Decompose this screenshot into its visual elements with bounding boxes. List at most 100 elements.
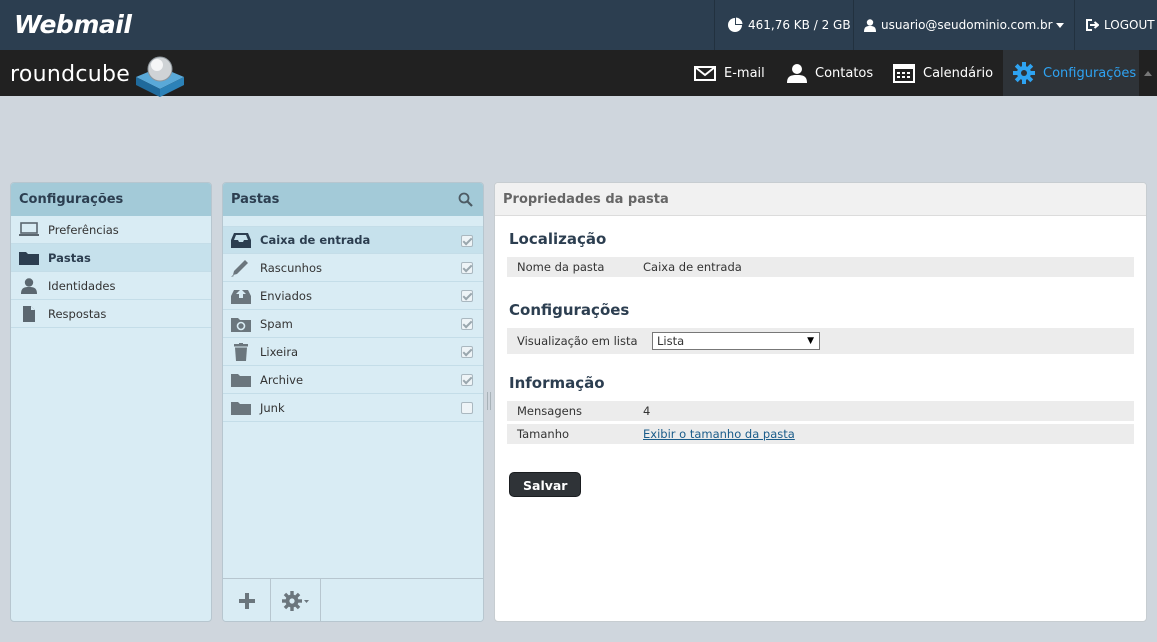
folder-item-junk[interactable]: Junk (223, 394, 483, 422)
location-section-title: Localização (509, 230, 607, 248)
folder-name-label: Nome da pasta (517, 260, 605, 274)
folders-panel-title: Pastas (231, 192, 280, 207)
folder-label: Archive (260, 372, 304, 387)
subscribe-checkbox[interactable] (461, 402, 473, 414)
messages-value: 4 (643, 404, 651, 418)
info-section-title: Informação (509, 374, 605, 392)
subscribe-checkbox[interactable] (461, 318, 473, 330)
add-folder-button[interactable] (223, 579, 271, 621)
nav-contacts-label: Contatos (815, 65, 874, 81)
nav-calendar[interactable]: Calendário (893, 50, 993, 96)
properties-panel-title: Propriedades da pasta (495, 183, 1146, 216)
folder-label: Junk (260, 400, 285, 415)
logout-button[interactable]: LOGOUT (1074, 0, 1157, 50)
folders-footer (223, 578, 483, 621)
folders-panel: Pastas Caixa de entrada Rascunhos Enviad… (222, 182, 484, 622)
pie-chart-icon (728, 17, 743, 32)
nav-contacts[interactable]: Contatos (787, 50, 873, 96)
person-icon (21, 277, 37, 294)
folder-label: Lixeira (260, 344, 299, 359)
sent-icon (231, 288, 251, 304)
settings-section-title: Configurações (509, 301, 630, 319)
nav-email-label: E-mail (724, 65, 765, 81)
settings-item-label: Respostas (48, 306, 107, 321)
quota-text: 461,76 KB / 2 GB (748, 18, 851, 32)
settings-panel-title: Configurações (11, 183, 211, 216)
show-folder-size-link[interactable]: Exibir o tamanho da pasta (643, 427, 795, 441)
top-bar: Webmail 461,76 KB / 2 GB usuario@seudomi… (0, 0, 1157, 50)
spam-icon (231, 317, 251, 332)
envelope-icon (694, 65, 716, 81)
nav-email[interactable]: E-mail (694, 50, 765, 96)
subscribe-checkbox[interactable] (461, 262, 473, 274)
roundcube-logo[interactable]: roundcube (10, 55, 190, 97)
search-icon[interactable] (458, 192, 473, 207)
inbox-icon (231, 233, 251, 248)
user-email: usuario@seudominio.com.br (881, 18, 1053, 32)
subscribe-checkbox[interactable] (461, 235, 473, 247)
nav-settings[interactable]: Configurações (1003, 50, 1139, 96)
messages-label: Mensagens (517, 404, 582, 418)
list-view-row: Visualização em lista Lista (507, 328, 1134, 354)
list-view-select[interactable]: Lista (652, 332, 820, 350)
logo-text: roundcube (10, 62, 131, 87)
folder-name-row: Nome da pasta Caixa de entrada (507, 257, 1134, 277)
logout-icon (1086, 19, 1099, 31)
subscribe-checkbox[interactable] (461, 290, 473, 302)
folder-label: Rascunhos (260, 260, 322, 275)
folder-item-spam[interactable]: Spam (223, 310, 483, 338)
collapse-header-button[interactable] (1139, 50, 1157, 96)
folder-name-value: Caixa de entrada (643, 260, 742, 274)
folder-item-archive[interactable]: Archive (223, 366, 483, 394)
folders-panel-header: Pastas (223, 183, 483, 216)
person-icon (787, 64, 807, 83)
user-icon (864, 18, 876, 32)
folder-list: Caixa de entrada Rascunhos Enviados Spam… (223, 226, 483, 422)
folder-item-sent[interactable]: Enviados (223, 282, 483, 310)
quota-indicator: 461,76 KB / 2 GB (714, 0, 853, 50)
folder-properties-panel: Propriedades da pasta Localização Nome d… (494, 182, 1147, 622)
settings-item-label: Identidades (48, 278, 116, 293)
subscribe-checkbox[interactable] (461, 346, 473, 358)
messages-row: Mensagens 4 (507, 401, 1134, 421)
calendar-icon (893, 64, 915, 83)
save-button[interactable]: Salvar (509, 472, 582, 497)
gear-icon (281, 590, 309, 611)
settings-item-preferences[interactable]: Preferências (11, 216, 211, 244)
main-nav-bar: roundcube E-mail Contatos Calendário Con… (0, 50, 1157, 97)
size-row: Tamanho Exibir o tamanho da pasta (507, 424, 1134, 444)
webmail-brand: Webmail (14, 10, 132, 39)
folder-label: Caixa de entrada (260, 233, 371, 247)
folder-item-drafts[interactable]: Rascunhos (223, 254, 483, 282)
subscribe-checkbox[interactable] (461, 374, 473, 386)
panel-splitter[interactable] (487, 392, 491, 410)
folder-item-inbox[interactable]: Caixa de entrada (223, 226, 483, 254)
settings-item-label: Pastas (48, 250, 91, 265)
folder-icon (231, 402, 251, 415)
folder-icon (231, 374, 251, 387)
monitor-icon (19, 222, 39, 236)
folder-label: Enviados (260, 288, 312, 303)
settings-item-folders[interactable]: Pastas (11, 244, 211, 272)
gear-icon (1013, 62, 1035, 84)
logout-label: LOGOUT (1104, 18, 1155, 32)
chevron-down-icon (1056, 23, 1064, 28)
trash-icon (234, 342, 248, 361)
settings-item-label: Preferências (48, 222, 119, 237)
folder-item-trash[interactable]: Lixeira (223, 338, 483, 366)
roundcube-cube-icon (136, 56, 184, 97)
document-icon (23, 305, 35, 322)
user-menu[interactable]: usuario@seudominio.com.br (853, 0, 1074, 50)
nav-settings-label: Configurações (1043, 65, 1137, 81)
size-label: Tamanho (517, 427, 570, 441)
folder-label: Spam (260, 316, 293, 331)
folder-icon (19, 252, 39, 265)
folder-actions-menu-button[interactable] (271, 579, 321, 621)
settings-item-identities[interactable]: Identidades (11, 272, 211, 300)
settings-sections-panel: Configurações Preferências Pastas Identi… (10, 182, 212, 622)
list-view-label: Visualização em lista (517, 334, 638, 348)
pencil-icon (231, 259, 248, 277)
nav-calendar-label: Calendário (923, 65, 994, 81)
settings-item-responses[interactable]: Respostas (11, 300, 211, 328)
plus-icon (238, 592, 255, 609)
